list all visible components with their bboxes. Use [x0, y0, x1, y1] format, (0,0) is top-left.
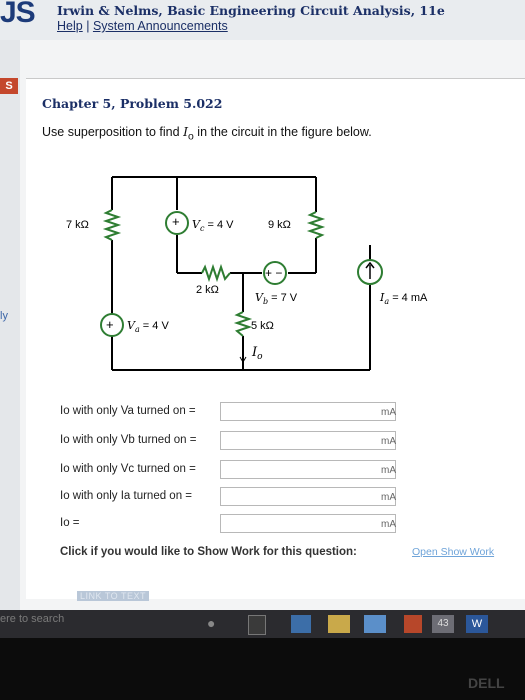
answer-input-io-total[interactable] — [220, 514, 396, 533]
resistor-2k — [201, 263, 231, 283]
label-io: Io — [251, 345, 263, 362]
open-show-work-link[interactable]: Open Show Work — [412, 546, 494, 558]
answer-unit-vc: mA — [381, 465, 396, 476]
task-view-icon[interactable] — [248, 615, 266, 635]
office-icon[interactable] — [404, 615, 422, 633]
label-2k: 2 kΩ — [196, 284, 219, 296]
edge-icon[interactable] — [291, 615, 311, 633]
label-vc: Vc = 4 V — [192, 218, 234, 233]
resistor-7k — [102, 209, 122, 241]
label-5k: 5 kΩ — [251, 320, 274, 332]
resistor-5k — [233, 311, 253, 337]
answer-unit-va: mA — [381, 407, 396, 418]
answer-label-ia: Io with only Ia turned on = — [60, 490, 193, 502]
label-io-sub: o — [257, 352, 263, 362]
monitor-bezel — [0, 638, 525, 700]
word-icon[interactable]: W — [466, 615, 488, 633]
microphone-icon[interactable]: ● — [207, 615, 217, 633]
label-vb-value: = 7 V — [268, 292, 298, 304]
va-plus-sign: + — [106, 317, 114, 332]
label-9k: 9 kΩ — [268, 219, 291, 231]
store-icon[interactable] — [364, 615, 386, 633]
answer-label-vc: Io with only Vc turned on = — [60, 463, 196, 475]
label-vc-value: = 4 V — [204, 219, 234, 231]
answer-label-va: Io with only Va turned on = — [60, 405, 196, 417]
label-ia: Ia = 4 mA — [379, 291, 428, 306]
answer-input-va[interactable] — [220, 402, 396, 421]
dell-logo: DELL — [468, 675, 505, 691]
label-va: Va = 4 V — [127, 319, 169, 334]
label-va-value: = 4 V — [140, 320, 170, 332]
answer-unit-vb: mA — [381, 436, 396, 447]
answer-input-ia[interactable] — [220, 487, 396, 506]
taskbar-search-box[interactable]: ere to search — [0, 613, 64, 625]
answer-unit-ia: mA — [381, 492, 396, 503]
label-7k: 7 kΩ — [66, 219, 89, 231]
link-to-text-button[interactable]: LINK TO TEXT — [77, 591, 150, 601]
answer-unit-io-total: mA — [381, 519, 396, 530]
file-explorer-icon[interactable] — [328, 615, 350, 633]
answer-label-io-total: Io = — [60, 517, 80, 529]
mail-badge-icon[interactable]: 43 — [432, 615, 454, 633]
vc-plus-sign: + — [172, 214, 180, 229]
show-work-prompt: Click if you would like to Show Work for… — [60, 546, 357, 558]
resistor-9k — [306, 211, 326, 239]
answer-input-vb[interactable] — [220, 431, 396, 450]
answer-input-vc[interactable] — [220, 460, 396, 479]
answer-label-vb: Io with only Vb turned on = — [60, 434, 197, 446]
circuit-wires — [111, 176, 371, 371]
label-vb: Vb = 7 V — [255, 291, 298, 306]
vb-polarity: + − — [265, 266, 282, 280]
label-ia-value: = 4 mA — [389, 292, 428, 304]
